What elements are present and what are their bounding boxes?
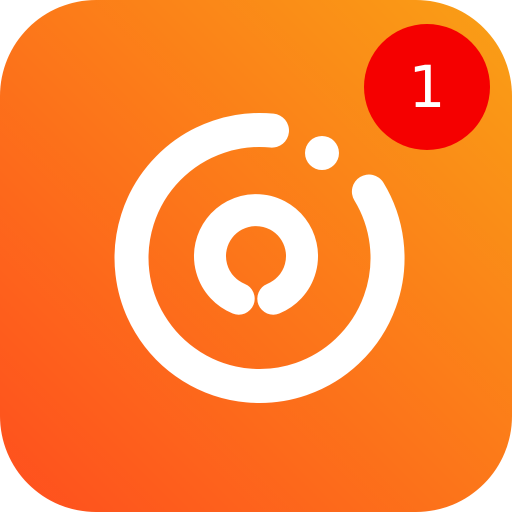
logo-dot [305,136,339,170]
notification-count: 1 [408,53,446,121]
app-icon-stage: 1 [0,0,512,512]
notification-badge: 1 [364,24,490,150]
